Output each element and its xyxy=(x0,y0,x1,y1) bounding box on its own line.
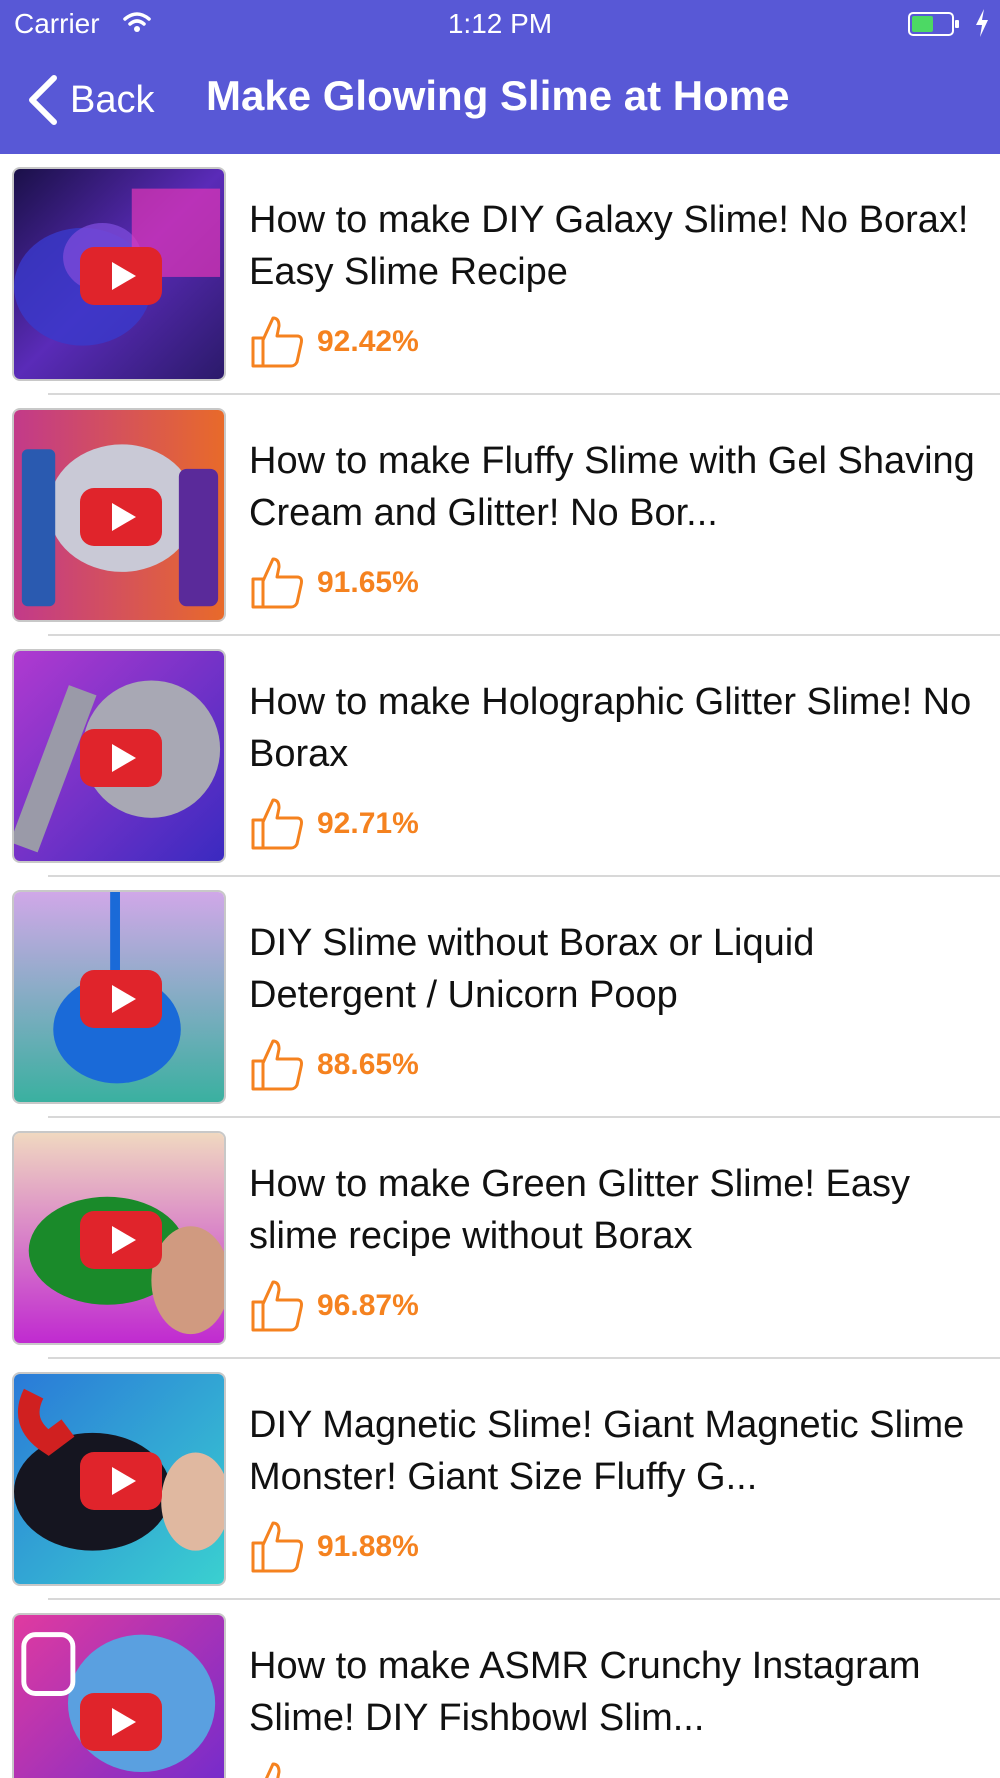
play-icon xyxy=(80,1693,162,1751)
video-thumbnail xyxy=(12,890,226,1104)
play-icon xyxy=(80,1452,162,1510)
video-thumbnail xyxy=(12,408,226,622)
rating-percent: 92.71% xyxy=(317,807,419,840)
video-title: How to make Green Glitter Slime! Easy sl… xyxy=(249,1163,910,1257)
thumbs-up-icon xyxy=(251,1521,303,1573)
video-title: How to make Holographic Glitter Slime! N… xyxy=(249,681,972,775)
page-title: Make Glowing Slime at Home xyxy=(206,72,790,119)
video-row[interactable]: How to make ASMR Crunchy Instagram Slime… xyxy=(0,1600,1000,1778)
video-row[interactable]: How to make Fluffy Slime with Gel Shavin… xyxy=(0,395,1000,636)
video-title: How to make ASMR Crunchy Instagram Slime… xyxy=(249,1645,921,1739)
chevron-left-icon xyxy=(29,75,57,125)
video-title: DIY Magnetic Slime! Giant Magnetic Slime… xyxy=(249,1404,965,1498)
thumbs-up-icon xyxy=(251,316,303,368)
battery-icon xyxy=(908,12,959,36)
rating: 91.88% xyxy=(249,1519,419,1575)
top-bar: Carrier 1:12 PM Back Make Glowing Slime … xyxy=(0,0,1000,154)
rating: 91.65% xyxy=(249,555,419,611)
video-row[interactable]: How to make Holographic Glitter Slime! N… xyxy=(0,636,1000,877)
rating: 92.42% xyxy=(249,314,419,370)
rating: 88.65% xyxy=(249,1037,419,1093)
video-row[interactable]: DIY Slime without Borax or Liquid Deterg… xyxy=(0,877,1000,1118)
rating-percent: 92.42% xyxy=(317,325,419,358)
clock: 1:12 PM xyxy=(447,8,553,39)
video-thumbnail xyxy=(12,649,226,863)
thumbs-up-icon xyxy=(251,557,303,609)
screen: Carrier 1:12 PM Back Make Glowing Slime … xyxy=(0,0,1000,1778)
rating-percent: 88.65% xyxy=(317,1048,419,1081)
video-row[interactable]: DIY Magnetic Slime! Giant Magnetic Slime… xyxy=(0,1359,1000,1600)
charging-bolt-icon xyxy=(976,9,988,37)
thumbs-up-icon xyxy=(251,1280,303,1332)
video-thumbnail xyxy=(12,167,226,381)
rating-percent: 91.88% xyxy=(317,1530,419,1563)
video-thumbnail xyxy=(12,1131,226,1345)
thumbs-up-icon xyxy=(264,1762,281,1778)
back-label: Back xyxy=(70,78,155,121)
rating: 96.87% xyxy=(249,1278,419,1334)
play-icon xyxy=(80,247,162,305)
video-title: How to make DIY Galaxy Slime! No Borax! … xyxy=(249,199,969,293)
play-icon xyxy=(80,488,162,546)
video-title: DIY Slime without Borax or Liquid Deterg… xyxy=(249,922,815,1016)
video-list: How to make DIY Galaxy Slime! No Borax! … xyxy=(0,154,1000,1778)
video-title: How to make Fluffy Slime with Gel Shavin… xyxy=(249,440,975,534)
play-icon xyxy=(80,729,162,787)
play-icon xyxy=(80,1211,162,1269)
video-thumbnail xyxy=(12,1372,226,1586)
video-row[interactable]: How to make DIY Galaxy Slime! No Borax! … xyxy=(0,154,1000,395)
navigation-bar: Back Make Glowing Slime at Home xyxy=(0,50,1000,154)
rating-percent: 96.87% xyxy=(317,1289,419,1322)
rating: 92.71% xyxy=(249,796,419,852)
status-bar: Carrier 1:12 PM xyxy=(0,0,1000,50)
thumbs-up-icon xyxy=(251,1039,303,1091)
play-icon xyxy=(80,970,162,1028)
back-button[interactable]: Back xyxy=(26,70,154,130)
rating-percent: 91.65% xyxy=(317,566,419,599)
rating xyxy=(249,1760,317,1778)
thumbs-up-icon xyxy=(251,798,303,850)
video-thumbnail xyxy=(12,1613,226,1778)
video-row[interactable]: How to make Green Glitter Slime! Easy sl… xyxy=(0,1118,1000,1359)
